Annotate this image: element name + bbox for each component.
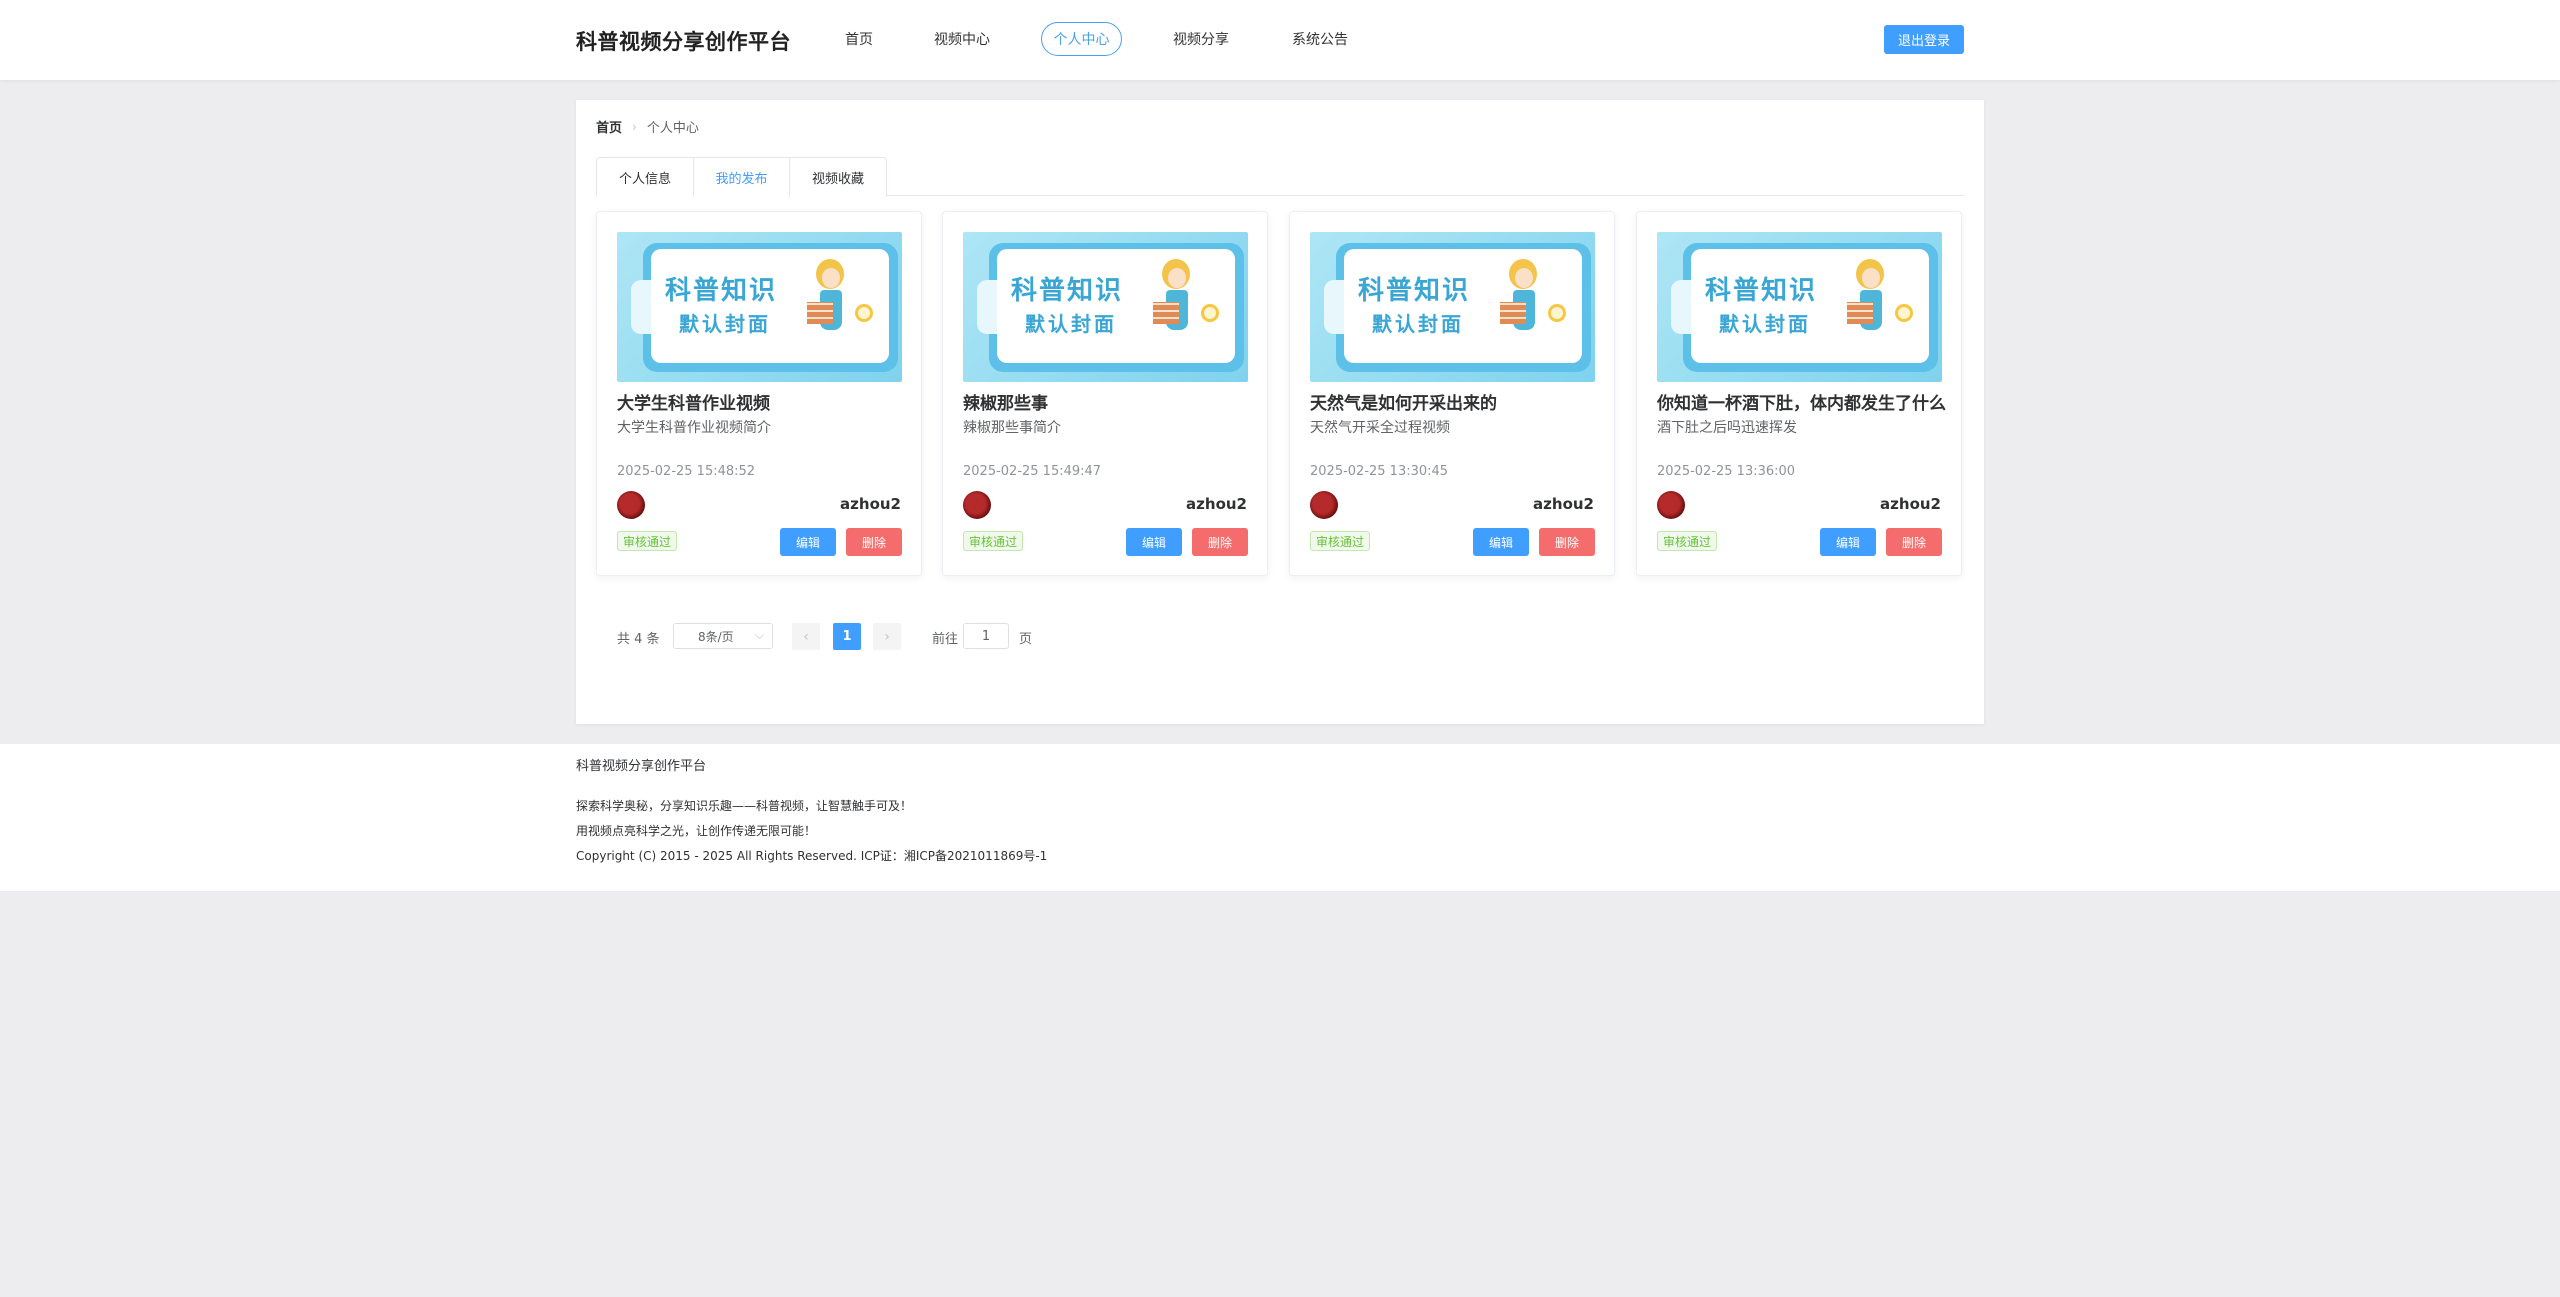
books-icon xyxy=(807,302,833,324)
magnifier-icon xyxy=(1895,304,1913,322)
magnifier-icon xyxy=(1201,304,1219,322)
cover-clip xyxy=(1324,280,1344,334)
cover-line2: 默认封面 xyxy=(1025,312,1117,336)
avatar xyxy=(1657,491,1685,519)
footer-copyright: Copyright (C) 2015 - 2025 All Rights Res… xyxy=(576,849,1048,863)
edit-button[interactable]: 编辑 xyxy=(1126,528,1182,556)
chevron-down-icon: ⌵ xyxy=(754,628,764,642)
page-size-select[interactable]: 8条/页 ⌵ xyxy=(673,623,773,649)
author-name: azhou2 xyxy=(840,495,901,513)
breadcrumb-home[interactable]: 首页 xyxy=(596,117,622,136)
video-desc: 大学生科普作业视频简介 xyxy=(617,420,771,436)
breadcrumb: 首页 › 个人中心 xyxy=(596,117,699,137)
delete-button[interactable]: 删除 xyxy=(1192,528,1248,556)
video-title[interactable]: 天然气是如何开采出来的 xyxy=(1310,389,1600,414)
edit-button[interactable]: 编辑 xyxy=(1820,528,1876,556)
author-name: azhou2 xyxy=(1880,495,1941,513)
edit-button[interactable]: 编辑 xyxy=(1473,528,1529,556)
goto-label: 前往 xyxy=(932,632,959,647)
video-cover[interactable]: 科普知识 默认封面 xyxy=(617,232,902,382)
cover-clip xyxy=(631,280,651,334)
author-name: azhou2 xyxy=(1186,495,1247,513)
chevron-right-icon: › xyxy=(632,119,637,134)
cartoon-face xyxy=(1168,268,1186,288)
books-icon xyxy=(1153,302,1179,324)
delete-button[interactable]: 删除 xyxy=(846,528,902,556)
breadcrumb-current: 个人中心 xyxy=(646,121,699,136)
footer-slogan-2: 用视频点亮科学之光，让创作传递无限可能！ xyxy=(576,824,817,838)
nav-home[interactable]: 首页 xyxy=(830,22,888,56)
status-badge: 审核通过 xyxy=(1657,531,1718,551)
video-desc: 天然气开采全过程视频 xyxy=(1310,420,1450,436)
cover-line2: 默认封面 xyxy=(679,312,771,336)
video-cover[interactable]: 科普知识 默认封面 xyxy=(963,232,1248,382)
footer-title: 科普视频分享创作平台 xyxy=(576,759,707,774)
delete-button[interactable]: 删除 xyxy=(1539,528,1595,556)
cover-line1: 科普知识 xyxy=(1705,276,1818,306)
footer: 科普视频分享创作平台 探索科学奥秘，分享知识乐趣——科普视频，让智慧触手可及！ … xyxy=(0,744,2560,891)
goto-page-input[interactable] xyxy=(963,623,1009,649)
cover-line2: 默认封面 xyxy=(1372,312,1464,336)
author-name: azhou2 xyxy=(1533,495,1594,513)
video-time: 2025-02-25 15:49:47 xyxy=(963,464,1102,479)
video-time: 2025-02-25 13:30:45 xyxy=(1310,464,1449,479)
video-title[interactable]: 大学生科普作业视频 xyxy=(617,389,907,414)
video-card: 科普知识 默认封面 大学生科普作业视频 大学生科普作业视频简介 2025-02-… xyxy=(596,211,922,576)
nav-video-share[interactable]: 视频分享 xyxy=(1164,22,1238,56)
page-number-button[interactable]: 1 xyxy=(833,623,861,650)
video-cover[interactable]: 科普知识 默认封面 xyxy=(1657,232,1942,382)
cartoon-face xyxy=(1515,268,1533,288)
chevron-left-icon: ‹ xyxy=(803,628,809,645)
cover-line1: 科普知识 xyxy=(665,276,778,306)
cover-clip xyxy=(1671,280,1691,334)
video-card: 科普知识 默认封面 你知道一杯酒下肚，体内都发生了什么 酒下肚之后吗迅速挥发 2… xyxy=(1636,211,1962,576)
cover-line1: 科普知识 xyxy=(1011,276,1124,306)
video-title[interactable]: 辣椒那些事 xyxy=(963,389,1253,414)
nav-personal-center[interactable]: 个人中心 xyxy=(1041,22,1122,56)
logout-button[interactable]: 退出登录 xyxy=(1884,25,1964,54)
prev-page-button[interactable]: ‹ xyxy=(792,623,820,650)
status-badge: 审核通过 xyxy=(963,531,1024,551)
page-size-value: 8条/页 xyxy=(698,629,734,644)
tab-my-posts[interactable]: 我的发布 xyxy=(693,157,790,197)
magnifier-icon xyxy=(855,304,873,322)
tab-favorites[interactable]: 视频收藏 xyxy=(789,157,887,197)
avatar xyxy=(1310,491,1338,519)
cartoon-face xyxy=(822,268,840,288)
page-suffix: 页 xyxy=(1019,632,1033,647)
magnifier-icon xyxy=(1548,304,1566,322)
pagination-total: 共 4 条 xyxy=(617,632,660,647)
video-time: 2025-02-25 15:48:52 xyxy=(617,464,756,479)
main-panel: 首页 › 个人中心 个人信息 我的发布 视频收藏 科普知识 默认封面 大学生科普… xyxy=(576,100,1984,724)
video-card: 科普知识 默认封面 天然气是如何开采出来的 天然气开采全过程视频 2025-02… xyxy=(1289,211,1615,576)
status-badge: 审核通过 xyxy=(1310,531,1371,551)
chevron-right-icon: › xyxy=(884,628,890,645)
nav-announcements[interactable]: 系统公告 xyxy=(1283,22,1357,56)
tab-bar: 个人信息 我的发布 视频收藏 xyxy=(596,157,1964,197)
cover-line2: 默认封面 xyxy=(1719,312,1811,336)
video-desc: 酒下肚之后吗迅速挥发 xyxy=(1657,420,1797,436)
books-icon xyxy=(1500,302,1526,324)
video-title[interactable]: 你知道一杯酒下肚，体内都发生了什么 xyxy=(1657,389,1947,414)
video-cover[interactable]: 科普知识 默认封面 xyxy=(1310,232,1595,382)
next-page-button[interactable]: › xyxy=(873,623,901,650)
cover-clip xyxy=(977,280,997,334)
top-header: 科普视频分享创作平台 首页 视频中心 个人中心 视频分享 系统公告 退出登录 xyxy=(0,0,2560,80)
cartoon-face xyxy=(1862,268,1880,288)
avatar xyxy=(617,491,645,519)
books-icon xyxy=(1847,302,1873,324)
nav-video-center[interactable]: 视频中心 xyxy=(925,22,999,56)
video-desc: 辣椒那些事简介 xyxy=(963,420,1061,436)
avatar xyxy=(963,491,991,519)
edit-button[interactable]: 编辑 xyxy=(780,528,836,556)
status-badge: 审核通过 xyxy=(617,531,678,551)
site-brand[interactable]: 科普视频分享创作平台 xyxy=(576,26,791,56)
video-time: 2025-02-25 13:36:00 xyxy=(1657,464,1796,479)
video-card: 科普知识 默认封面 辣椒那些事 辣椒那些事简介 2025-02-25 15:49… xyxy=(942,211,1268,576)
tab-profile[interactable]: 个人信息 xyxy=(596,157,694,197)
cover-line1: 科普知识 xyxy=(1358,276,1471,306)
delete-button[interactable]: 删除 xyxy=(1886,528,1942,556)
footer-slogan-1: 探索科学奥秘，分享知识乐趣——科普视频，让智慧触手可及！ xyxy=(576,799,913,813)
